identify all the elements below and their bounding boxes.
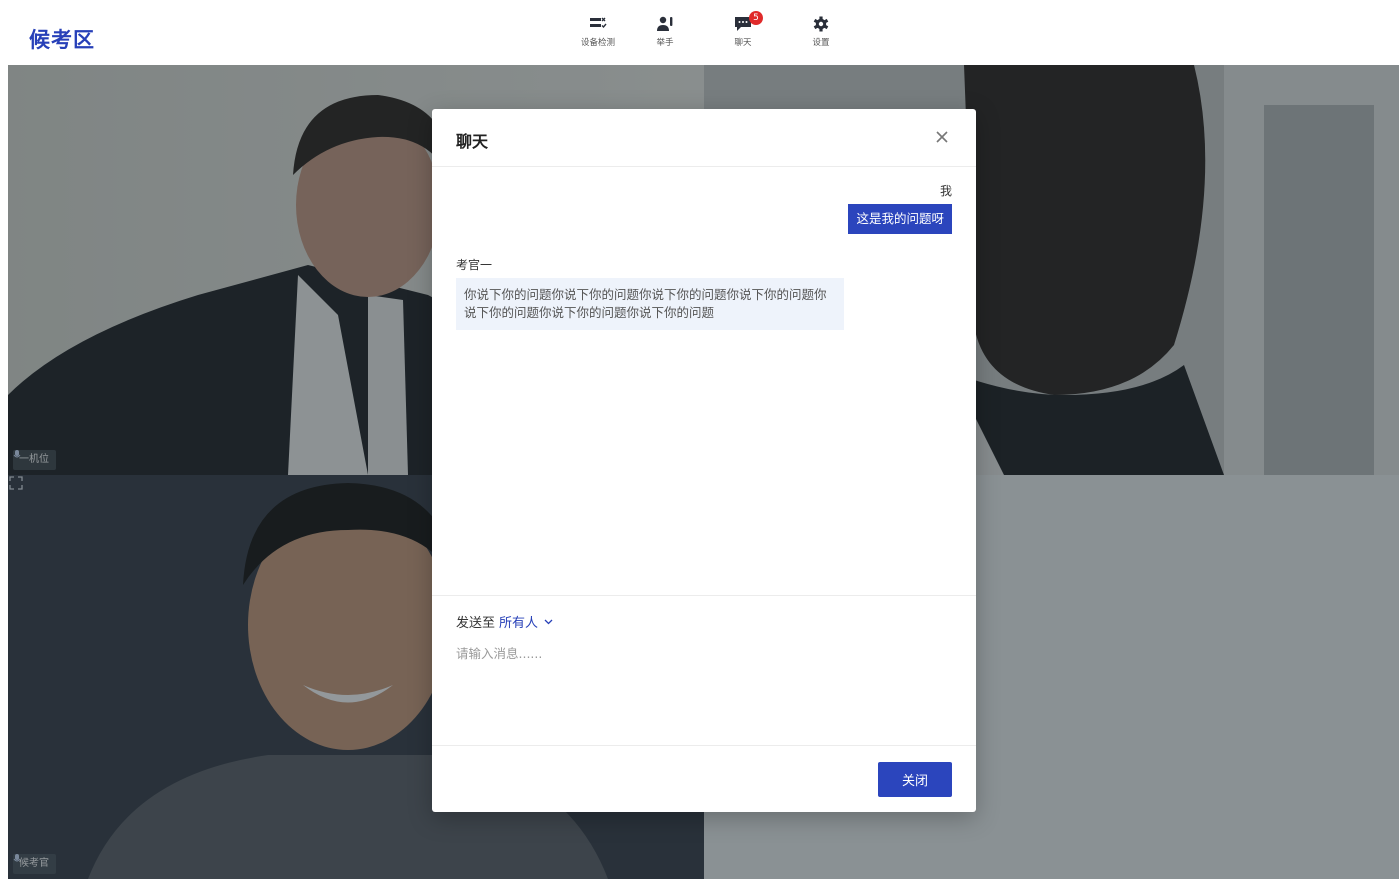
chat-dialog-title: 聊天 bbox=[456, 132, 489, 151]
chat-dialog: 聊天 我 这是我的问题呀 考官一 你说下你的问题你说下你的问题你说下你的问题你说… bbox=[432, 109, 976, 812]
message-sender: 考官一 bbox=[456, 258, 493, 272]
message-sender: 我 bbox=[939, 184, 952, 198]
device-check-icon bbox=[590, 17, 607, 29]
message-input[interactable] bbox=[456, 643, 952, 733]
chat-label: 聊天 bbox=[734, 38, 752, 48]
divider bbox=[432, 595, 976, 596]
chevron-down-icon bbox=[544, 619, 553, 624]
chat-dialog-header: 聊天 bbox=[432, 109, 976, 167]
divider bbox=[432, 745, 976, 746]
device-check-button[interactable]: 设备检测 bbox=[568, 16, 628, 48]
settings-button[interactable]: 设置 bbox=[791, 16, 851, 48]
gear-icon bbox=[813, 16, 829, 32]
recipient-value: 所有人 bbox=[499, 616, 539, 631]
top-bar: 候考区 设备检测 举手 5 聊天 设置 bbox=[8, 10, 1399, 65]
close-icon[interactable] bbox=[932, 127, 952, 147]
message-list[interactable]: 我 这是我的问题呀 考官一 你说下你的问题你说下你的问题你说下你的问题你说下你的… bbox=[432, 168, 976, 594]
page-title: 候考区 bbox=[29, 28, 95, 52]
recipient-select[interactable]: 所有人 bbox=[499, 612, 553, 631]
raise-hand-label: 举手 bbox=[656, 38, 674, 48]
raise-hand-button[interactable]: 举手 bbox=[635, 16, 695, 48]
chat-unread-badge: 5 bbox=[749, 11, 763, 25]
send-to-label: 发送至 bbox=[456, 616, 496, 631]
close-button[interactable]: 关闭 bbox=[878, 762, 952, 797]
chat-button[interactable]: 5 聊天 bbox=[713, 11, 773, 48]
message-bubble-self: 这是我的问题呀 bbox=[848, 204, 952, 234]
settings-label: 设置 bbox=[812, 38, 830, 48]
device-check-label: 设备检测 bbox=[580, 38, 615, 48]
message-bubble-other: 你说下你的问题你说下你的问题你说下你的问题你说下你的问题你说下你的问题你说下你的… bbox=[456, 278, 844, 330]
raise-hand-icon bbox=[657, 16, 673, 31]
send-to-row: 发送至 所有人 bbox=[456, 612, 553, 631]
